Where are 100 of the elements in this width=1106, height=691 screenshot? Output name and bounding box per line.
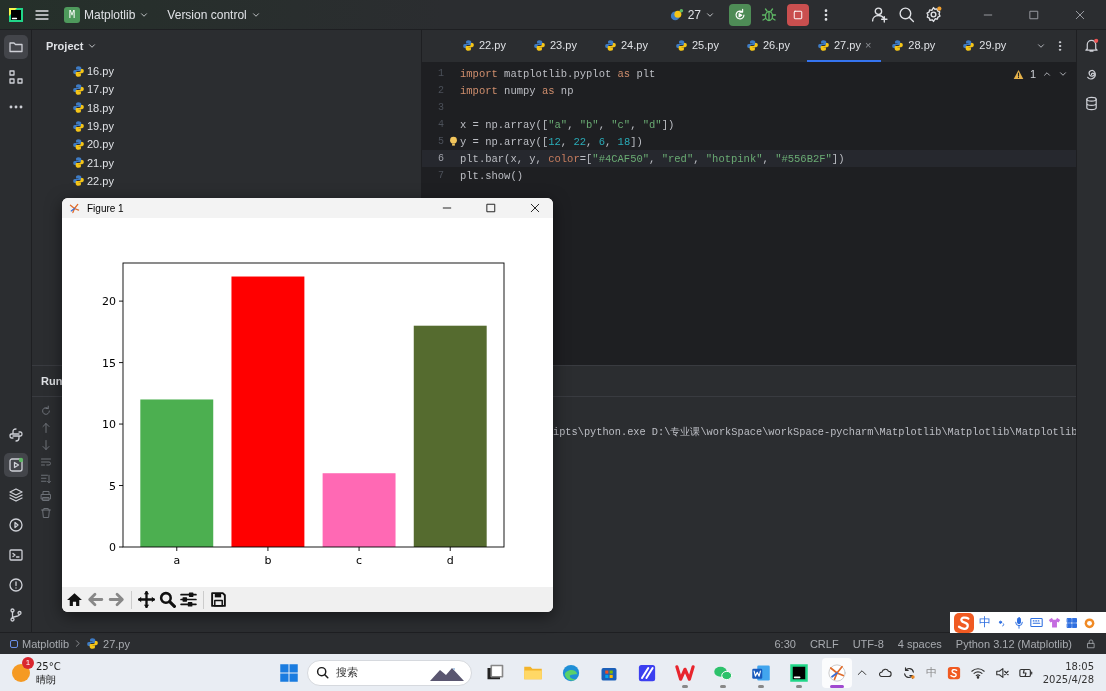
indent-setting[interactable]: 4 spaces [897, 637, 942, 650]
project-selector[interactable]: M Matplotlib [60, 4, 154, 25]
file-tab[interactable]: 24.py [594, 30, 665, 62]
settings-icon[interactable] [925, 6, 942, 23]
file-item[interactable]: 17.py [87, 83, 114, 96]
tick-mark [118, 362, 124, 364]
file-tab[interactable]: 23.py [523, 30, 594, 62]
file-item[interactable]: 18.py [87, 101, 114, 114]
chevron-up-icon[interactable] [1042, 69, 1052, 79]
stop-button[interactable] [787, 3, 809, 26]
file-tab[interactable]: 22.py [452, 30, 523, 62]
app-icon [636, 662, 657, 683]
ide-icon [788, 662, 809, 683]
clock-time[interactable]: 18:05 [1065, 659, 1094, 673]
database-icon[interactable] [1084, 96, 1099, 111]
folder-tool-button[interactable] [3, 35, 28, 59]
input-method-icon[interactable] [946, 665, 961, 680]
input-method-icon[interactable] [954, 612, 974, 633]
project-panel-title[interactable]: Project [40, 39, 104, 53]
tick-label: d [446, 554, 454, 567]
python-icon [72, 137, 85, 151]
file-tab[interactable]: 28.py [881, 30, 953, 62]
code-line: y = np.array([12, 22, 6, 18]) [460, 135, 643, 148]
interpreter-selector[interactable]: Python 3.12 (Matplotlib) [955, 637, 1072, 650]
close-tab-button[interactable]: × [864, 39, 872, 51]
rerun-icon [733, 7, 747, 22]
search-button[interactable] [159, 591, 176, 608]
rerun-button[interactable] [729, 3, 751, 26]
wifi-icon[interactable] [970, 665, 985, 680]
start-icon[interactable] [278, 662, 299, 683]
maximize-icon[interactable] [485, 202, 497, 214]
python-icon [462, 38, 475, 52]
file-tab[interactable]: 25.py [665, 30, 736, 62]
shirt-icon[interactable] [1048, 616, 1061, 629]
tick-label: 10 [102, 418, 116, 432]
spiral-icon[interactable] [1084, 67, 1099, 82]
lock-icon[interactable] [1086, 638, 1096, 649]
file-item[interactable]: 22.py [87, 174, 114, 187]
input-mode-toggle[interactable]: 中 [979, 614, 991, 631]
sliders-button[interactable] [180, 591, 197, 608]
file-item[interactable]: 19.py [87, 120, 114, 133]
version-control-menu[interactable]: Version control [163, 5, 265, 24]
file-item[interactable]: 20.py [87, 138, 114, 151]
print-icon[interactable] [40, 490, 52, 502]
floppy-disk-button[interactable] [210, 591, 227, 608]
lightbulb-icon[interactable] [448, 136, 459, 147]
document-app-icon [674, 662, 695, 683]
add-user-icon[interactable] [871, 6, 888, 23]
stop-icon [792, 8, 804, 21]
file-encoding[interactable]: UTF-8 [852, 637, 884, 650]
warning-count[interactable]: 1 [1029, 68, 1036, 80]
microphone-icon[interactable] [1013, 616, 1025, 629]
ide-logo-icon[interactable] [8, 6, 24, 23]
chevron-down-icon[interactable] [1058, 69, 1068, 79]
file-tab[interactable]: 29.py [952, 30, 1024, 62]
breadcrumb-item[interactable]: 27.py [103, 637, 130, 650]
python-icon [86, 637, 100, 650]
run-config-selector[interactable]: 27 [665, 5, 719, 24]
maximize-icon[interactable] [1028, 8, 1040, 21]
python-icon [72, 156, 85, 170]
python-icon [533, 38, 546, 52]
python-console-icon [7, 427, 24, 443]
breadcrumb-item[interactable]: Matplotlib [22, 637, 70, 650]
tick-mark [118, 423, 124, 425]
trash-icon[interactable] [40, 507, 52, 519]
module-icon [10, 639, 18, 648]
folder-icon [7, 39, 24, 55]
grid-icon[interactable] [1066, 616, 1078, 629]
file-tab[interactable]: 27.py × [807, 30, 882, 62]
volume-muted-icon[interactable] [994, 665, 1009, 680]
code-line: import numpy as np [460, 84, 574, 97]
file-item[interactable]: 21.py [87, 156, 114, 169]
home-button[interactable] [66, 591, 83, 608]
run-tool-button[interactable] [3, 453, 28, 477]
tick-label: a [173, 554, 181, 567]
forward-arrow-icon [108, 591, 125, 608]
run-icon [7, 457, 24, 473]
problems-icon [7, 577, 24, 593]
chevron-right-icon [73, 639, 83, 648]
keyboard-icon[interactable] [1030, 616, 1043, 629]
browser-icon [560, 662, 581, 683]
chevron-down-icon [87, 41, 98, 51]
debug-icon[interactable] [761, 6, 777, 23]
clock-date[interactable]: 2025/4/28 [1042, 672, 1094, 686]
search-field[interactable]: 搜索 [306, 659, 472, 686]
search-icon[interactable] [898, 6, 915, 23]
temperature[interactable]: 25°C [36, 659, 61, 673]
python-icon [675, 38, 688, 52]
weather-condition[interactable]: 晴朗 [36, 672, 61, 686]
close-icon[interactable] [529, 202, 541, 214]
notifications-icon[interactable] [1084, 38, 1099, 53]
weather-icon[interactable] [12, 663, 30, 682]
caret-position[interactable]: 6:30 [774, 637, 796, 650]
search-icon [159, 591, 176, 608]
move-button[interactable] [138, 591, 155, 608]
line-ending[interactable]: CRLF [809, 637, 839, 650]
sync-icon[interactable] [901, 665, 916, 680]
file-item[interactable]: 16.py [87, 65, 114, 78]
file-tab[interactable]: 26.py [736, 30, 807, 62]
services-icon [7, 517, 24, 533]
